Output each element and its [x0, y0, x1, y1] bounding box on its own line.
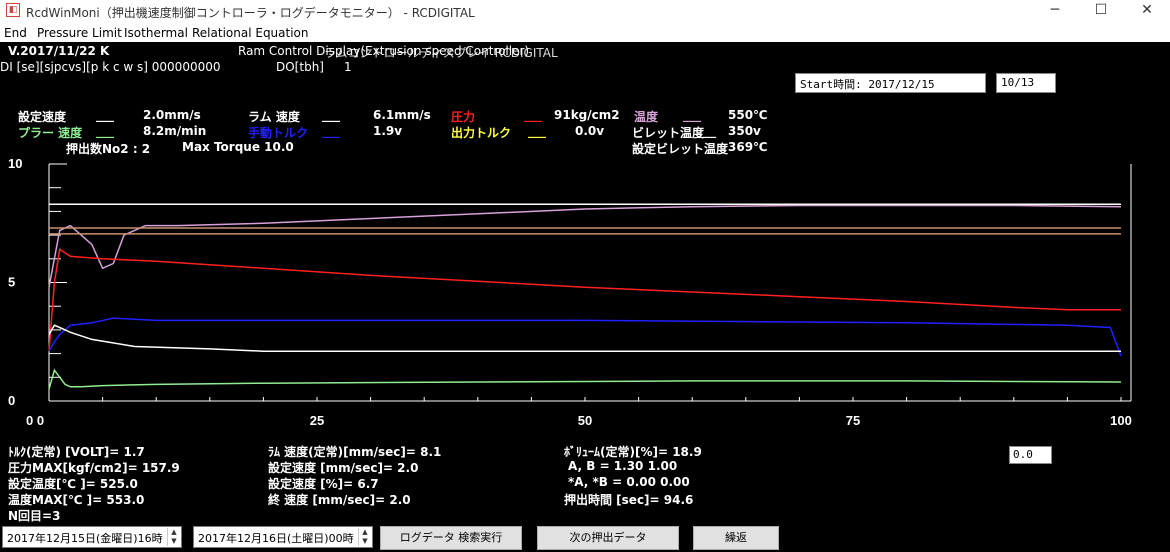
manual-torque-line: ___	[322, 124, 340, 138]
billet-temp-line: ___	[698, 124, 716, 138]
x-tick-label: 100	[1110, 413, 1132, 428]
temp-label: 温度	[634, 110, 659, 124]
monitor-area: 10 5 0 0 0 25 50 75 100 V.2017/11/22 K Ram Cont…	[0, 42, 1170, 552]
stat-volume: ﾎﾞﾘｭｰﾑ(定常)[%]= 18.9	[564, 445, 702, 459]
date-from-value: 2017年12月15日(金曜日)16時	[7, 532, 163, 545]
do-status-label: DO[tbh]	[276, 60, 324, 74]
date-from-picker[interactable]: 2017年12月15日(金曜日)16時 ▲ ▼	[2, 526, 182, 548]
do-status-value: 1	[344, 60, 352, 74]
stat-ram-speed: ﾗﾑ 速度(定常)[mm/sec]= 8.1	[268, 445, 442, 459]
set-billet-temp-value: 369℃	[728, 140, 768, 154]
close-button[interactable]: ✕	[1124, 0, 1170, 22]
manual-torque-value: 1.9v	[373, 124, 403, 138]
ram-speed-line: ___	[322, 108, 340, 122]
billet-temp-label: ビレット温度	[632, 126, 705, 140]
stat-torque: ﾄﾙｸ(定常) [VOLT]= 1.7	[8, 445, 145, 459]
stat-ab2: *A, *B = 0.00 0.00	[568, 475, 690, 489]
stat-set-speed-pct: 設定速度 [%]= 6.7	[268, 477, 379, 491]
set-speed-value: 2.0mm/s	[143, 108, 201, 122]
stat-temp-max: 温度MAX[℃ ]= 553.0	[8, 493, 145, 507]
di-status: DI [se][sjpcvs][p k c w s] 000000000	[0, 60, 221, 74]
output-torque-label: 出力トルク	[451, 126, 512, 140]
billet-temp-value: 350v	[728, 124, 761, 138]
output-torque-value: 0.0v	[575, 124, 605, 138]
menu-bar: End Pressure Limit Isothermal Relational…	[0, 22, 1170, 42]
next-press-data-button[interactable]: 次の押出データ	[537, 526, 679, 550]
minimize-button[interactable]: ─	[1032, 0, 1078, 22]
puller-speed-line: ___	[96, 124, 114, 138]
app-logo-icon: ◧	[6, 3, 20, 17]
x-tick-label: 25	[310, 413, 324, 428]
stat-set-temp: 設定温度[℃ ]= 525.0	[8, 477, 138, 491]
output-torque-line: ___	[528, 124, 546, 138]
x-tick-label: 75	[846, 413, 860, 428]
repeat-button[interactable]: 繰返	[693, 526, 779, 550]
date-to-value: 2017年12月16日(土曜日)00時	[198, 532, 354, 545]
set-speed-label: 設定速度	[18, 110, 67, 124]
pressure-value: 91kg/cm2	[554, 108, 620, 122]
stat-press-time: 押出時間 [sec]= 94.6	[564, 493, 694, 507]
y-tick-label: 0	[8, 393, 15, 408]
ram-speed-value: 6.1mm/s	[373, 108, 431, 122]
ram-control-overlay: ラムコントロールディスプレイ RCDIGITAL	[324, 46, 558, 60]
spin-arrows-icon[interactable]: ▲ ▼	[167, 528, 180, 546]
start-time-box: Start時間: 2017/12/15 16:24:48	[795, 73, 986, 105]
y-tick-label: 5	[8, 275, 15, 290]
ram-speed-label: ラム 速度	[248, 110, 300, 124]
max-torque-label: Max Torque 10.0	[182, 140, 294, 154]
title-bar: ◧ RcdWinMoni（押出機速度制御コントローラ・ログデータモニター） - …	[0, 0, 1170, 22]
puller-speed-value: 8.2m/min	[143, 124, 207, 138]
pressure-label: 圧力	[451, 110, 476, 124]
date-to-picker[interactable]: 2017年12月16日(土曜日)00時 ▲ ▼	[193, 526, 373, 548]
puller-speed-label: プラー 速度	[18, 126, 83, 140]
set-speed-line: ___	[96, 108, 114, 122]
window-title: RcdWinMoni（押出機速度制御コントローラ・ログデータモニター） - RC…	[26, 6, 475, 20]
maximize-button[interactable]: ☐	[1078, 0, 1124, 22]
x-tick-label: 0 0	[26, 413, 44, 428]
manual-torque-label: 手動トルク	[248, 126, 309, 140]
menu-end[interactable]: End	[4, 26, 27, 40]
start-time-label: Start時間:	[800, 78, 862, 91]
press-count-label: 押出数No2 : 2	[66, 142, 151, 156]
temp-line: ___	[683, 108, 701, 122]
menu-pressure-limit[interactable]: Pressure Limit	[37, 26, 122, 40]
value-box[interactable]: 0.0	[1009, 446, 1052, 464]
stat-set-speed-mm: 設定速度 [mm/sec]= 2.0	[268, 461, 419, 475]
pressure-line: ___	[524, 108, 542, 122]
y-tick-label: 10	[8, 156, 22, 171]
stat-ab: A, B = 1.30 1.00	[568, 459, 678, 473]
temp-value: 550℃	[728, 108, 768, 122]
stat-end-speed: 終 速度 [mm/sec]= 2.0	[268, 493, 411, 507]
counter-box: 10/13	[996, 73, 1056, 93]
set-billet-temp-label: 設定ビレット温度	[632, 142, 729, 156]
stat-n-count: N回目=3	[8, 509, 61, 523]
version-label: V.2017/11/22 K	[8, 44, 110, 58]
search-log-button[interactable]: ログデータ 検索実行	[380, 526, 522, 550]
menu-isothermal[interactable]: Isothermal	[124, 26, 188, 40]
stat-pressure-max: 圧力MAX[kgf/cm2]= 157.9	[8, 461, 180, 475]
spin-arrows-icon[interactable]: ▲ ▼	[358, 528, 371, 546]
menu-relational-equation[interactable]: Relational Equation	[192, 26, 309, 40]
x-tick-label: 50	[578, 413, 592, 428]
